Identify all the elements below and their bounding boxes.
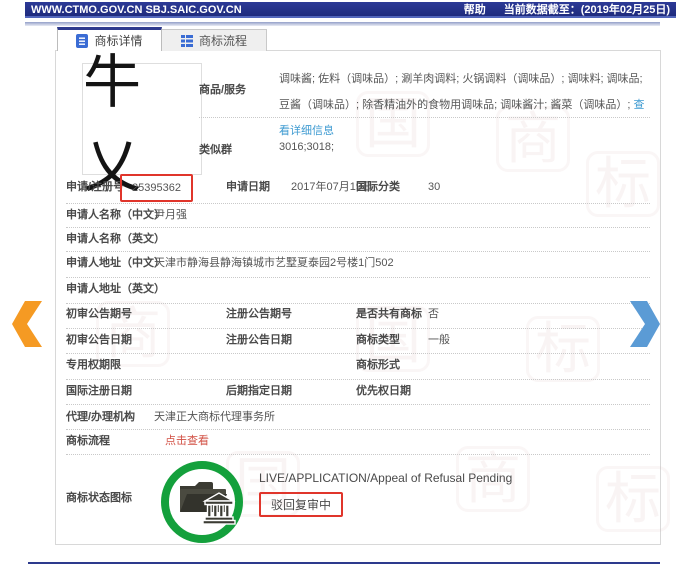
first-pub-date-label: 初审公告日期 <box>66 334 132 346</box>
row-status: 商标状态图标 <box>66 488 650 508</box>
divider <box>66 379 650 380</box>
divider <box>66 203 650 204</box>
addr-cn-value: 天津市静海县静海镇城市艺墅夏泰园2号楼1门502 <box>154 257 394 269</box>
divider <box>66 277 650 278</box>
trademark-type-value: 一般 <box>428 334 450 346</box>
tab-trademark-detail[interactable]: 商标详情 <box>57 27 162 51</box>
goods-services-text: 调味酱; 佐料（调味品）; 涮羊肉调料; 火锅调料（调味品）; 调味料; 调味品… <box>279 66 651 144</box>
apply-date-label: 申请日期 <box>226 181 270 193</box>
row-applicant-name-en: 申请人名称（英文） <box>66 229 650 249</box>
goods-services-value: 调味酱; 佐料（调味品）; 涮羊肉调料; 火锅调料（调味品）; 调味料; 调味品… <box>279 73 643 111</box>
divider <box>66 454 650 455</box>
reg-pub-date-label: 注册公告日期 <box>226 334 292 346</box>
row-publication-dates: 初审公告日期 注册公告日期 商标类型 一般 <box>66 330 650 350</box>
top-bar: WWW.CTMO.GOV.CN SBJ.SAIC.GOV.CN 帮助 当前数据截… <box>25 2 676 18</box>
row-international-dates: 国际注册日期 后期指定日期 优先权日期 <box>66 381 650 401</box>
next-arrow-icon[interactable] <box>630 301 660 347</box>
reg-no-value-highlighted: 25395362 <box>120 174 193 202</box>
status-text-en: LIVE/APPLICATION/Appeal of Refusal Pendi… <box>259 471 513 485</box>
trademark-form-label: 商标形式 <box>356 359 400 371</box>
row-publication-numbers: 初审公告期号 注册公告期号 是否共有商标 否 <box>66 304 650 324</box>
divider <box>199 117 650 118</box>
row-agent: 代理/办理机构 天津正大商标代理事务所 <box>66 407 650 427</box>
document-icon <box>76 33 89 48</box>
term-label: 专用权期限 <box>66 359 121 371</box>
intl-class-value: 30 <box>428 181 441 193</box>
agent-label: 代理/办理机构 <box>66 411 136 423</box>
tab-bar: 商标详情 商标流程 <box>57 27 267 51</box>
shared-mark-label: 是否共有商标 <box>356 308 422 320</box>
divider <box>66 251 650 252</box>
status-folder-bank-icon <box>161 461 243 543</box>
divider <box>66 227 650 228</box>
row-applicant-addr-en: 申请人地址（英文） <box>66 279 650 299</box>
row-process: 商标流程 点击查看 <box>66 431 650 451</box>
first-pub-no-label: 初审公告期号 <box>66 308 132 320</box>
row-term-form: 专用权期限 商标形式 <box>66 355 650 375</box>
intl-class-label: 国际分类 <box>356 181 400 193</box>
priority-date-label: 优先权日期 <box>356 385 411 397</box>
data-cutoff-text: 当前数据截至：(2019年02月25日) <box>503 4 670 16</box>
divider <box>66 328 650 329</box>
previous-arrow-icon[interactable] <box>12 301 42 347</box>
trademark-type-label: 商标类型 <box>356 334 400 346</box>
addr-cn-label: 申请人地址（中文） <box>66 257 165 269</box>
help-link[interactable]: 帮助 <box>464 2 486 16</box>
later-designation-date-label: 后期指定日期 <box>226 385 292 397</box>
tab-label: 商标流程 <box>198 34 247 48</box>
similar-group-label: 类似群 <box>199 144 232 156</box>
reg-no-label: 申请/注册号 <box>66 181 125 193</box>
divider <box>66 404 650 405</box>
row-applicant-addr-cn: 申请人地址（中文） 天津市静海县静海镇城市艺墅夏泰园2号楼1门502 <box>66 253 650 273</box>
site-urls: WWW.CTMO.GOV.CN SBJ.SAIC.GOV.CN <box>31 4 242 16</box>
applicant-cn-value: 尹月强 <box>154 209 187 221</box>
tab-trademark-process[interactable]: 商标流程 <box>162 29 267 51</box>
process-view-link[interactable]: 点击查看 <box>165 431 209 451</box>
status-label: 商标状态图标 <box>66 492 132 504</box>
status-text-cn-highlighted: 驳回复审中 <box>259 492 344 517</box>
agent-value: 天津正大商标代理事务所 <box>154 411 275 423</box>
bottom-rule <box>28 562 660 564</box>
tab-label: 商标详情 <box>94 34 143 48</box>
topbar-substrip <box>25 22 660 26</box>
trademark-detail-panel: 国 商 标 商 国 标 国 商 标 牛乂 商品/服务 调味酱; 佐料（调味品）;… <box>55 50 670 545</box>
intl-reg-date-label: 国际注册日期 <box>66 385 132 397</box>
divider <box>66 353 650 354</box>
reg-pub-no-label: 注册公告期号 <box>226 308 292 320</box>
shared-mark-value: 否 <box>428 308 439 320</box>
list-grid-icon <box>180 34 193 47</box>
addr-en-label: 申请人地址（英文） <box>66 283 165 295</box>
goods-services-label: 商品/服务 <box>199 84 247 96</box>
row-applicant-name-cn: 申请人名称（中文） 尹月强 <box>66 205 650 225</box>
applicant-cn-label: 申请人名称（中文） <box>66 209 165 221</box>
divider <box>66 429 650 430</box>
process-label: 商标流程 <box>66 435 110 447</box>
applicant-en-label: 申请人名称（英文） <box>66 233 165 245</box>
similar-group-value: 3016;3018; <box>279 141 335 153</box>
trademark-image: 牛乂 <box>82 50 202 199</box>
row-application-number: 申请/注册号 25395362 申请日期 2017年07月19日 国际分类 30 <box>66 174 650 202</box>
